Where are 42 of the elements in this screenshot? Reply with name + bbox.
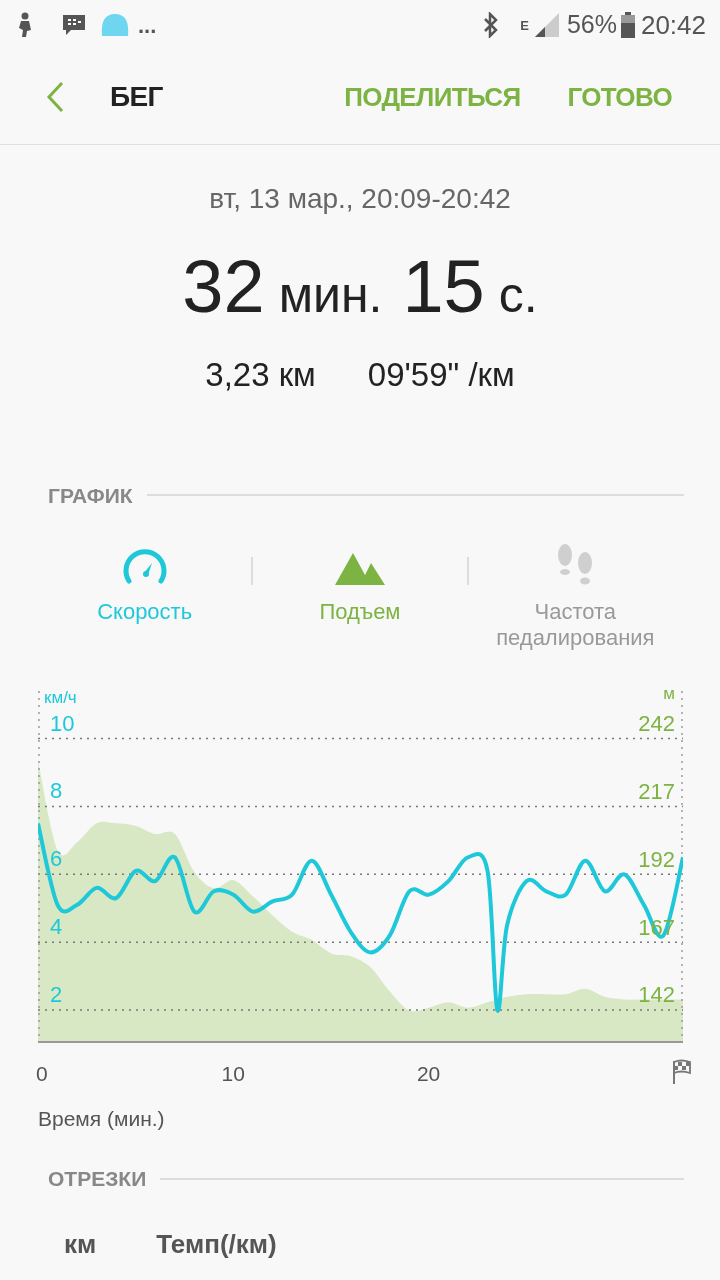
- clock: 20:42: [640, 8, 706, 42]
- duration-seconds: 15: [402, 250, 485, 324]
- more-notifications: ...: [138, 11, 157, 40]
- section-title: ГРАФИК: [48, 482, 133, 509]
- signal-icon: [534, 13, 559, 37]
- metric-tab[interactable]: Скорость: [38, 541, 252, 625]
- elevation-unit-label: м: [663, 683, 675, 705]
- axis-tick-label: 4: [50, 916, 63, 939]
- workout-date: вт, 13 мар., 20:09-20:42: [209, 182, 511, 216]
- axis-tick-label: 217: [638, 780, 675, 803]
- axis-tick-label: 0: [36, 1063, 48, 1084]
- column-header: Темп(/км): [156, 1227, 277, 1261]
- axis-tick-label: 242: [638, 713, 675, 736]
- axis-title: Время (мин.): [38, 1106, 165, 1132]
- blob-avatar-icon: [100, 12, 130, 38]
- column-header: км: [64, 1227, 97, 1261]
- screen-title: БЕГ: [110, 80, 163, 114]
- metric-tab[interactable]: Подъем: [253, 541, 467, 625]
- axis-tick-label: 10: [50, 712, 75, 735]
- minutes-unit: мин.: [278, 270, 383, 320]
- axis-tick-label: 192: [638, 848, 675, 871]
- battery-percent: 56%: [566, 9, 617, 41]
- finish-flag-icon: [671, 1059, 693, 1085]
- axis-tick-label: 20: [416, 1063, 441, 1084]
- axis-tick-label: 10: [221, 1063, 245, 1084]
- action-button[interactable]: ПОДЕЛИТЬСЯ: [344, 77, 521, 117]
- battery-icon: [620, 12, 635, 38]
- distance-value: 3,23 км: [205, 355, 316, 395]
- back-icon: [46, 81, 64, 113]
- duration-minutes: 32: [182, 250, 265, 324]
- action-button[interactable]: ГОТОВО: [567, 77, 672, 117]
- network-type: E: [520, 18, 529, 32]
- speed-unit-label: км/ч: [44, 687, 77, 709]
- axis-tick-label: 6: [50, 848, 63, 871]
- pace-value: 09'59" /км: [367, 355, 515, 395]
- axis-tick-label: 8: [50, 780, 63, 803]
- axis-tick-label: 2: [50, 984, 63, 1007]
- metric-tab[interactable]: Частота педалирования: [468, 541, 682, 651]
- section-title: ОТРЕЗКИ: [48, 1166, 147, 1192]
- chat-icon: [62, 13, 86, 37]
- axis-tick-label: 142: [638, 984, 675, 1007]
- seconds-unit: с.: [498, 270, 538, 320]
